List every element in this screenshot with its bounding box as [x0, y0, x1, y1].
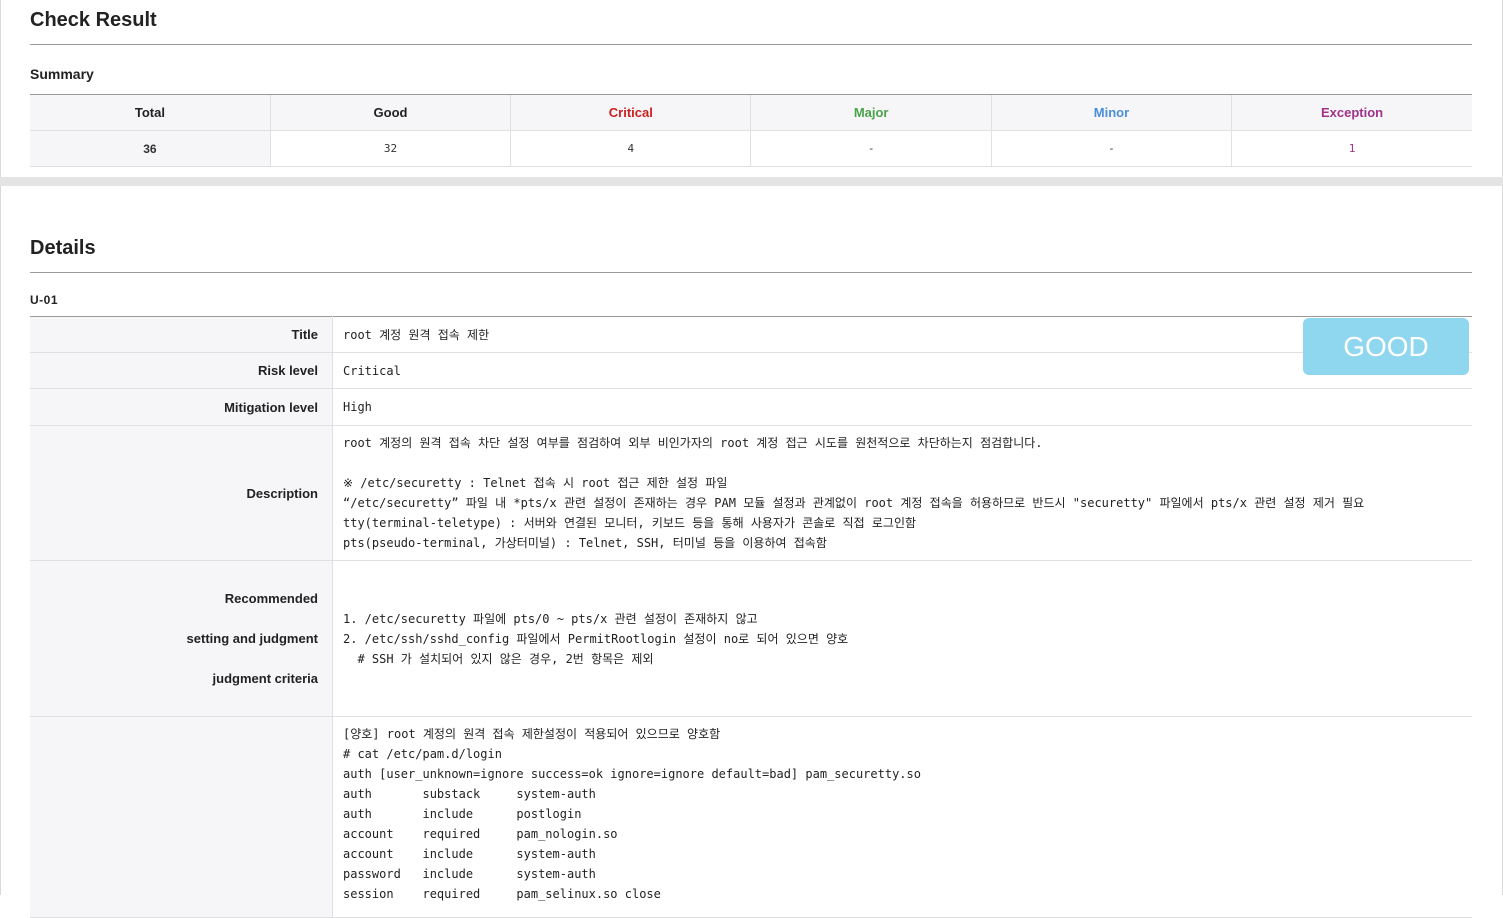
detail-label-description: Description: [30, 425, 333, 561]
summary-header-row: Total Good Critical Major Minor Exceptio…: [30, 94, 1472, 131]
summary-header-total: Total: [30, 94, 271, 131]
detail-row-title: Title root 계정 원격 접속 제한: [30, 316, 1472, 353]
summary-header-exception: Exception: [1231, 94, 1472, 131]
detail-row-result: [양호] root 계정의 원격 접속 제한설정이 적용되어 있으므로 양호함 …: [30, 716, 1472, 918]
summary-value-row: 36 32 4 - - 1: [30, 130, 1472, 167]
details-title: Details: [30, 237, 96, 259]
detail-row-description: Description root 계정의 원격 접속 차단 설정 여부를 점검하…: [30, 425, 1472, 561]
check-result-title: Check Result: [30, 9, 157, 31]
detail-value-result: [양호] root 계정의 원격 접속 제한설정이 적용되어 있으므로 양호함 …: [332, 716, 1472, 918]
status-badge-good: GOOD: [1303, 318, 1469, 375]
detail-table: Title root 계정 원격 접속 제한 Risk level Critic…: [30, 316, 1472, 918]
detail-item-id: U-01: [30, 293, 59, 307]
detail-row-risk: Risk level Critical: [30, 352, 1472, 389]
recommended-label-line-3: judgment criteria: [212, 670, 318, 686]
recommended-label-line-1: Recommended: [224, 590, 318, 606]
summary-header-critical: Critical: [510, 94, 751, 131]
summary-header-major: Major: [750, 94, 992, 131]
check-result-divider: [30, 44, 1472, 45]
section-separator: [0, 177, 1503, 186]
summary-value-good: 32: [269, 130, 511, 167]
detail-label-mitigation: Mitigation level: [30, 388, 333, 426]
detail-label-recommended: Recommended setting and judgment judgmen…: [30, 560, 333, 717]
check-result-section: Check Result Summary Total Good Critical…: [0, 0, 1503, 177]
detail-value-mitigation: High: [332, 388, 1472, 426]
summary-value-major: -: [750, 130, 992, 167]
summary-value-critical: 4: [510, 130, 751, 167]
summary-value-minor: -: [990, 130, 1232, 167]
detail-row-recommended: Recommended setting and judgment judgmen…: [30, 560, 1472, 717]
summary-value-total: 36: [30, 130, 271, 167]
detail-label-title: Title: [30, 316, 333, 353]
summary-title: Summary: [30, 66, 94, 82]
detail-label-risk: Risk level: [30, 352, 333, 389]
details-divider: [30, 272, 1472, 273]
summary-header-good: Good: [269, 94, 511, 131]
recommended-label-line-2: setting and judgment: [186, 630, 318, 646]
summary-value-exception: 1: [1231, 130, 1472, 167]
detail-row-mitigation: Mitigation level High: [30, 388, 1472, 426]
summary-header-minor: Minor: [990, 94, 1232, 131]
detail-value-risk: Critical: [332, 352, 1472, 389]
detail-value-description: root 계정의 원격 접속 차단 설정 여부를 점검하여 외부 비인가자의 r…: [332, 425, 1472, 561]
summary-table: Total Good Critical Major Minor Exceptio…: [30, 94, 1472, 167]
detail-value-recommended: 1. /etc/securetty 파일에 pts/0 ~ pts/x 관련 설…: [332, 560, 1472, 717]
detail-label-result: [30, 716, 333, 918]
detail-value-title: root 계정 원격 접속 제한: [332, 316, 1472, 353]
